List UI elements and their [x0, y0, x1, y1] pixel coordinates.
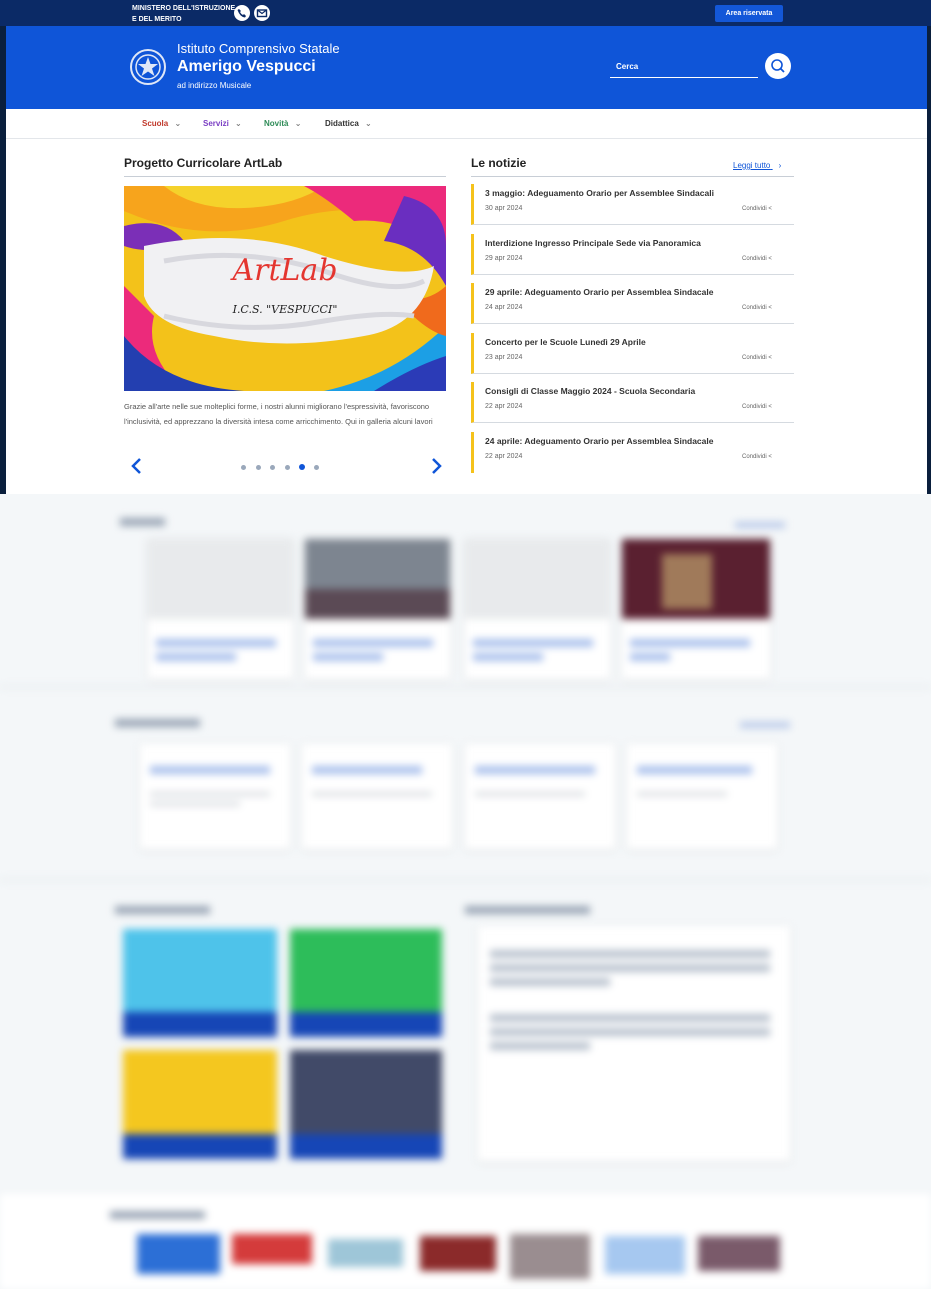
- share-icon: <: [768, 305, 772, 311]
- search-icon: [771, 59, 785, 73]
- school-name[interactable]: Amerigo Vespucci: [177, 58, 316, 76]
- share-button[interactable]: Condividi <: [742, 355, 772, 361]
- chevron-right-icon: ›: [778, 161, 782, 170]
- blurred-overlay: [0, 494, 931, 1289]
- news-item[interactable]: Interdizione Ingresso Principale Sede vi…: [471, 234, 794, 275]
- school-type: Istituto Comprensivo Statale: [177, 41, 340, 56]
- share-button[interactable]: Condividi <: [742, 305, 772, 311]
- artlab-logo: ArtLab: [229, 253, 337, 288]
- share-button[interactable]: Condividi <: [742, 206, 772, 212]
- share-icon: <: [768, 206, 772, 212]
- nav-item-didattica[interactable]: Didattica ⌄: [325, 119, 372, 128]
- share-icon: <: [768, 454, 772, 460]
- share-icon: <: [768, 256, 772, 262]
- project-title: Progetto Curricolare ArtLab: [124, 156, 283, 170]
- chevron-down-icon: ⌄: [294, 119, 302, 128]
- search-button[interactable]: [765, 53, 791, 79]
- republic-emblem-icon: [128, 46, 168, 88]
- share-icon: <: [768, 404, 772, 410]
- news-item[interactable]: 24 aprile: Adeguamento Orario per Assemb…: [471, 432, 794, 473]
- chevron-down-icon: ⌄: [174, 119, 182, 128]
- main-navigation: Scuola ⌄ Servizi ⌄ Novità ⌄ Didattica ⌄: [6, 109, 927, 139]
- phone-icon[interactable]: [234, 5, 250, 21]
- news-section-title: Le notizie: [471, 156, 527, 170]
- slide-caption: Grazie all'arte nelle sue molteplici for…: [124, 402, 433, 426]
- share-button[interactable]: Condividi <: [742, 454, 772, 460]
- read-all-link[interactable]: Leggi tutto ›: [733, 161, 781, 170]
- slider-dot[interactable]: [256, 465, 261, 470]
- slider-dot[interactable]: [314, 465, 319, 470]
- chevron-down-icon: ⌄: [235, 119, 242, 128]
- divider: [124, 176, 446, 177]
- artlab-logo-subtitle: I.C.S. "VESPUCCI": [232, 303, 338, 316]
- share-icon: <: [768, 355, 772, 361]
- chevron-left-icon: [131, 458, 141, 474]
- search-input[interactable]: Cerca: [610, 54, 758, 78]
- nav-item-scuola[interactable]: Scuola ⌄: [142, 119, 181, 128]
- reserved-area-button[interactable]: Area riservata: [715, 5, 783, 22]
- main-content: Progetto Curricolare ArtLab ArtLab I.C.S…: [6, 139, 927, 494]
- nav-item-novita[interactable]: Novità ⌄: [264, 119, 301, 128]
- chevron-down-icon: ⌄: [365, 119, 372, 128]
- share-button[interactable]: Condividi <: [742, 256, 772, 262]
- mail-icon[interactable]: [254, 5, 270, 21]
- nav-item-servizi[interactable]: Servizi ⌄: [203, 119, 242, 128]
- divider: [471, 176, 794, 177]
- news-item[interactable]: Concerto per le Scuole Lunedì 29 Aprile …: [471, 333, 794, 374]
- slider-dot[interactable]: [270, 465, 275, 470]
- news-item[interactable]: 3 maggio: Adeguamento Orario per Assembl…: [471, 184, 794, 225]
- ministry-label: MINISTERO DELL'ISTRUZIONE E DEL MERITO: [132, 5, 236, 23]
- slider-image[interactable]: ArtLab I.C.S. "VESPUCCI": [124, 186, 446, 391]
- news-item[interactable]: Consigli di Classe Maggio 2024 - Scuola …: [471, 382, 794, 423]
- school-tagline: ad indirizzo Musicale: [177, 81, 252, 90]
- slider-dot[interactable]: [241, 465, 246, 470]
- share-button[interactable]: Condividi <: [742, 404, 772, 410]
- slider-dot[interactable]: [285, 465, 290, 470]
- news-item[interactable]: 29 aprile: Adeguamento Orario per Assemb…: [471, 283, 794, 324]
- chevron-right-icon: [432, 458, 442, 474]
- slider-dot-active[interactable]: [299, 464, 305, 470]
- top-bar: MINISTERO DELL'ISTRUZIONE E DEL MERITO A…: [0, 0, 931, 26]
- slider-next-button[interactable]: [426, 456, 446, 476]
- site-header: Istituto Comprensivo Statale Amerigo Ves…: [6, 26, 927, 109]
- blurred-lower-content: [0, 494, 931, 1289]
- slider-prev-button[interactable]: [127, 456, 147, 476]
